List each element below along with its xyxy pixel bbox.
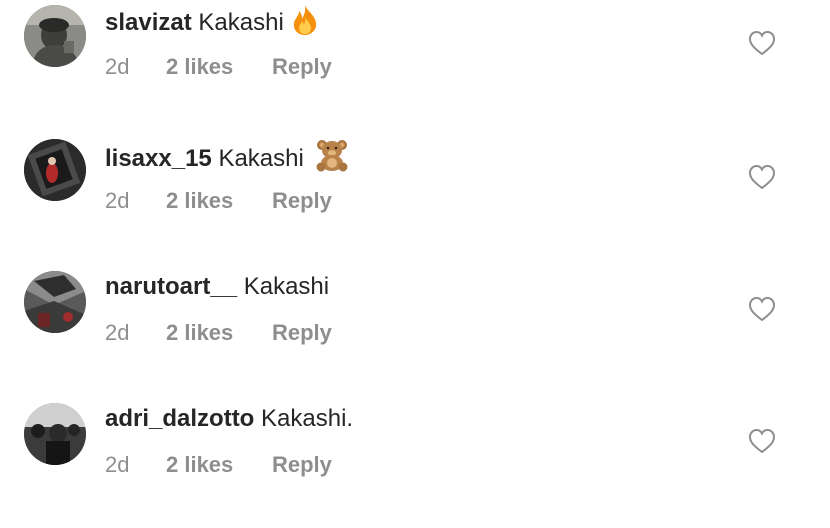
like-heart-icon[interactable] <box>748 30 776 56</box>
avatar[interactable] <box>24 5 86 67</box>
comment-text: Kakashi <box>243 273 330 300</box>
comment-username[interactable]: adri_dalzotto <box>105 405 254 432</box>
like-heart-icon[interactable] <box>748 428 776 454</box>
comment-likes[interactable]: 2 likes <box>166 186 272 216</box>
avatar[interactable] <box>24 271 86 333</box>
comment-timestamp[interactable]: 2d <box>105 52 166 82</box>
comment-likes[interactable]: 2 likes <box>166 52 272 82</box>
comment-line: narutoart__ Kakashi <box>105 270 329 304</box>
comment-meta: 2d 2 likes Reply <box>105 450 332 480</box>
reply-button[interactable]: Reply <box>272 318 332 348</box>
fire-emoji <box>290 4 320 46</box>
comment-timestamp[interactable]: 2d <box>105 318 166 348</box>
comment-timestamp[interactable]: 2d <box>105 186 166 216</box>
comment-line: slavizat Kakashi <box>105 4 320 46</box>
like-heart-icon[interactable] <box>748 164 776 190</box>
comment-meta: 2d 2 likes Reply <box>105 52 332 82</box>
comment-item: narutoart__ Kakashi 2d 2 likes Reply <box>0 264 830 396</box>
comment-item: slavizat Kakashi 2d 2 likes Reply <box>0 0 830 132</box>
avatar-photo <box>24 5 86 67</box>
reply-button[interactable]: Reply <box>272 450 332 480</box>
reply-button[interactable]: Reply <box>272 52 332 82</box>
comment-meta: 2d 2 likes Reply <box>105 186 332 216</box>
avatar-photo <box>24 403 86 465</box>
comment-text: Kakashi <box>198 9 284 36</box>
avatar[interactable] <box>24 403 86 465</box>
comment-meta: 2d 2 likes Reply <box>105 318 332 348</box>
teddy-bear-emoji <box>314 138 350 182</box>
comment-item: adri_dalzotto Kakashi. 2d 2 likes Reply <box>0 396 830 528</box>
avatar[interactable] <box>24 139 86 201</box>
comment-likes[interactable]: 2 likes <box>166 450 272 480</box>
comment-username[interactable]: slavizat <box>105 9 192 36</box>
comment-item: lisaxx_15 Kakashi 2d 2 likes Reply <box>0 132 830 264</box>
like-heart-icon[interactable] <box>748 296 776 322</box>
comment-line: lisaxx_15 Kakashi <box>105 138 350 182</box>
comment-timestamp[interactable]: 2d <box>105 450 166 480</box>
avatar-photo <box>24 139 86 201</box>
avatar-photo <box>24 271 86 333</box>
comment-username[interactable]: narutoart__ <box>105 273 237 300</box>
comment-username[interactable]: lisaxx_15 <box>105 145 212 172</box>
comment-text: Kakashi <box>218 145 304 172</box>
comment-text: Kakashi. <box>261 405 354 432</box>
comment-likes[interactable]: 2 likes <box>166 318 272 348</box>
reply-button[interactable]: Reply <box>272 186 332 216</box>
comment-line: adri_dalzotto Kakashi. <box>105 402 353 436</box>
